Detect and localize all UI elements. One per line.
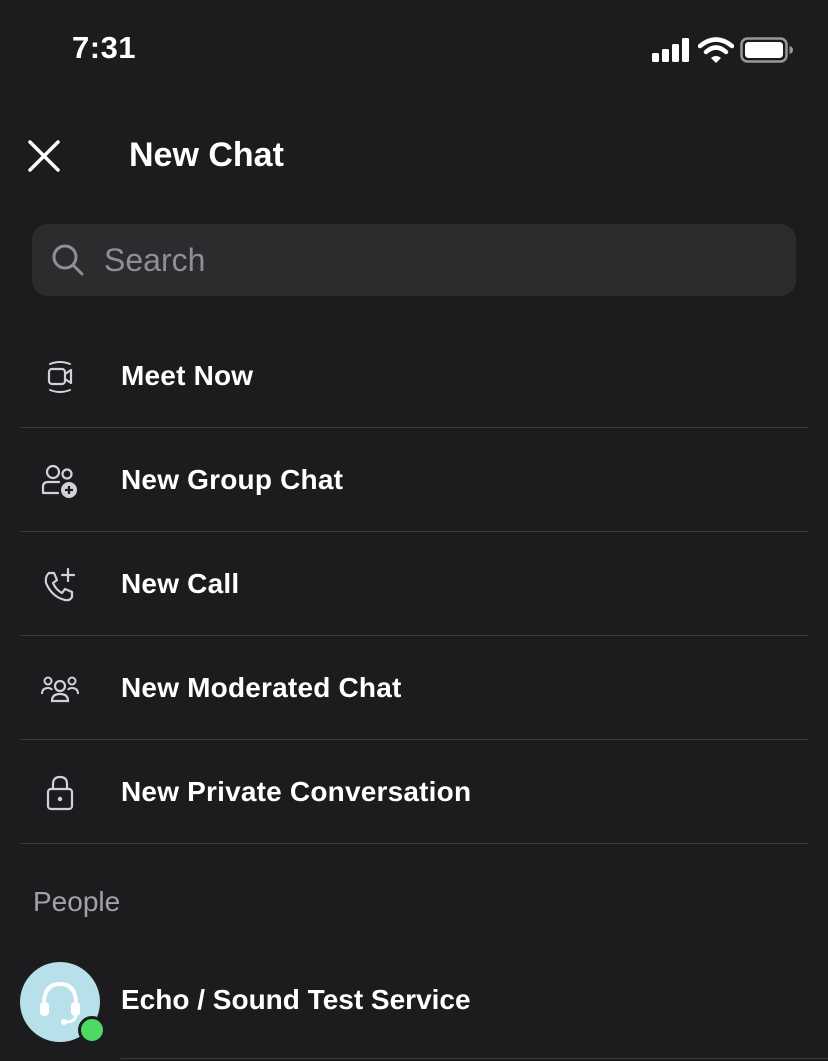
action-label: New Moderated Chat: [121, 672, 402, 703]
header: New Chat: [0, 112, 828, 202]
close-icon[interactable]: [20, 132, 68, 180]
presence-online-badge: [78, 1016, 106, 1044]
new-call-item[interactable]: New Call: [20, 532, 808, 636]
action-label: Meet Now: [121, 360, 254, 391]
action-label: New Private Conversation: [121, 776, 472, 807]
battery-icon: [740, 37, 793, 63]
new-group-chat-item[interactable]: New Group Chat: [20, 428, 808, 532]
action-list: Meet Now New Group Chat New Call New Mod…: [20, 324, 808, 844]
cellular-signal-icon: [652, 38, 692, 62]
add-group-icon: [41, 464, 77, 498]
search-icon: [52, 244, 84, 276]
search-input[interactable]: [104, 224, 774, 296]
search-box[interactable]: [32, 224, 796, 296]
people-section-label: People: [33, 886, 121, 917]
meet-now-item[interactable]: Meet Now: [20, 324, 808, 428]
new-moderated-chat-item[interactable]: New Moderated Chat: [20, 636, 808, 740]
add-call-icon: [44, 567, 76, 602]
status-time: 7:31: [72, 30, 137, 65]
status-bar: 7:31: [0, 0, 828, 100]
lock-icon: [46, 775, 74, 811]
person-name: Echo / Sound Test Service: [121, 984, 471, 1015]
action-label: New Group Chat: [121, 464, 344, 495]
page-title: New Chat: [129, 136, 284, 174]
divider: [121, 1058, 828, 1059]
new-private-conversation-item[interactable]: New Private Conversation: [20, 740, 808, 844]
person-item[interactable]: Echo / Sound Test Service: [0, 958, 828, 1061]
video-camera-icon: [47, 361, 73, 393]
moderated-group-icon: [41, 676, 79, 703]
action-label: New Call: [121, 568, 240, 599]
wifi-icon: [698, 37, 734, 63]
